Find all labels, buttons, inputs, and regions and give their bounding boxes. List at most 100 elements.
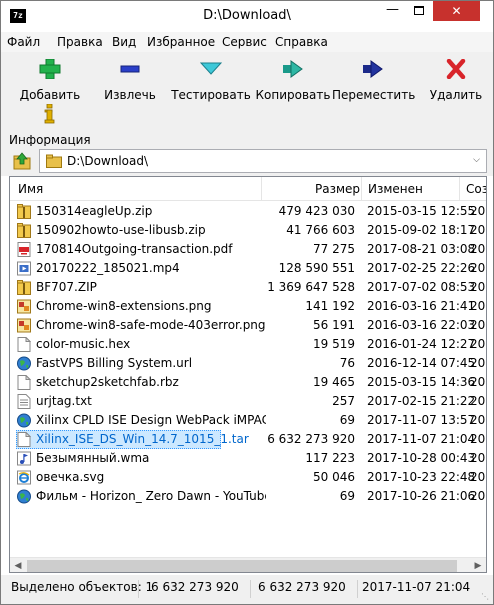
file-created: 201 [470,451,486,465]
file-icon [17,336,32,352]
table-row[interactable]: овечка.svg 50 046 2017-10-23 22:48201 [10,468,486,487]
file-modified: 2017-02-25 22:26 [367,261,476,275]
file-size: 479 423 030 [278,204,355,218]
column-divider[interactable] [261,177,262,201]
resize-grip-icon[interactable]: ⋱ [481,592,491,602]
delete-button[interactable]: Удалить [424,59,488,103]
table-row[interactable]: Xilinx CPLD ISE Design WebPack iMPACT...… [10,411,486,430]
table-row[interactable]: sketchup2sketchfab.rbz 19 465 2015-03-15 1… [10,373,486,392]
info-button[interactable]: Информация [9,104,91,147]
audio-icon [17,451,31,466]
maximize-icon [414,6,424,15]
file-modified: 2016-12-14 07:45 [367,356,476,370]
scroll-right-icon[interactable]: ▶ [470,558,486,572]
column-created[interactable]: Соз [466,182,486,196]
file-icon [17,431,32,447]
file-created: 201 [470,204,486,218]
maximize-button[interactable] [406,1,432,21]
scroll-left-icon[interactable]: ◀ [10,558,26,572]
column-divider[interactable] [361,177,362,201]
copy-button[interactable]: Копировать [254,59,332,103]
folder-up-icon[interactable] [12,152,32,170]
ie-icon [17,470,31,485]
file-list[interactable]: Имя Размер Изменен Соз 150314eagleUp.zip… [9,176,487,573]
status-size: 6 632 273 920 [151,580,251,598]
menu-tools[interactable]: Сервис [222,35,267,49]
add-button[interactable]: Добавить [15,59,85,103]
minimize-button[interactable]: — [379,1,406,21]
move-label: Переместить [332,88,416,102]
file-name: Chrome-win8-extensions.png [36,299,212,313]
table-row[interactable]: Chrome-win8-safe-mode-403error.png 56 191… [10,316,486,335]
table-row[interactable]: 20170222_185021.mp4 128 590 551 2017-02-25… [10,259,486,278]
status-packed-size: 6 632 273 920 [258,580,358,598]
table-row[interactable]: color-music.hex 19 519 2016-01-24 12:27201 [10,335,486,354]
file-created: 201 [470,413,486,427]
file-size: 117 223 [305,451,355,465]
close-button[interactable]: ✕ [433,1,480,21]
archive-icon [17,204,31,219]
menu-help[interactable]: Справка [275,35,328,49]
column-size[interactable]: Размер [315,182,360,196]
file-size: 69 [339,489,355,503]
menu-bar: Файл Правка Вид Избранное Сервис Справка [1,32,493,52]
column-modified[interactable]: Изменен [368,182,423,196]
file-name: Фильм - Horizon_ Zero Dawn - YouTube... [36,489,266,503]
file-size: 69 [339,413,355,427]
file-size: 77 275 [313,242,355,256]
file-size: 76 [339,356,355,370]
status-selected: Выделено объектов: 1 [11,580,153,598]
menu-edit[interactable]: Правка [57,35,103,49]
horizontal-scrollbar[interactable]: ◀ ▶ [10,557,486,572]
move-arrow-icon [363,60,383,78]
file-modified: 2015-03-15 14:36 [367,375,476,389]
address-row: D:\Download\ ⌵ [1,146,493,176]
file-modified: 2017-11-07 21:04 [367,432,476,446]
table-row[interactable]: Chrome-win8-extensions.png 141 192 2016-03… [10,297,486,316]
file-name: BF707.ZIP [36,280,97,294]
file-name: 150902howto-use-libusb.zip [36,223,206,237]
checkmark-icon [200,62,222,75]
table-row[interactable]: BF707.ZIP 1 369 647 528 2017-07-02 08:53 20… [10,278,486,297]
table-row[interactable]: FastVPS Billing System.url 76 2016-12-14 0… [10,354,486,373]
copy-arrow-icon [283,60,303,78]
table-row[interactable]: 150902howto-use-libusb.zip 41 766 603 2015… [10,221,486,240]
toolbar: Добавить Извлечь Тестировать Копировать [1,52,493,147]
minus-icon [120,65,140,73]
move-button[interactable]: Переместить [332,59,416,103]
list-header: Имя Размер Изменен Соз [10,177,486,201]
file-created: 201 [470,261,486,275]
table-row[interactable]: urjtag.txt 257 2017-02-15 21:22201 [10,392,486,411]
file-created: 201 [470,299,486,313]
table-row[interactable]: 150314eagleUp.zip 479 423 030 2015-03-15 1… [10,202,486,221]
info-label: Информация [9,133,91,147]
menu-view[interactable]: Вид [112,35,136,49]
file-size: 19 519 [313,337,355,351]
table-row[interactable]: 170814Outgoing-transaction.pdf 77 275 2017… [10,240,486,259]
address-bar[interactable]: D:\Download\ ⌵ [39,149,487,173]
menu-file[interactable]: Файл [7,35,40,49]
column-name[interactable]: Имя [18,182,43,196]
globe-icon [17,413,31,428]
table-row[interactable]: Xilinx_ISE_DS_Win_14.7_1015_1.tar 6 632 2… [10,430,486,449]
test-button[interactable]: Тестировать [169,59,253,103]
chevron-down-icon[interactable]: ⌵ [473,155,480,165]
file-modified: 2017-10-26 21:06 [367,489,476,503]
file-size: 19 465 [313,375,355,389]
file-name: color-music.hex [36,337,131,351]
file-name: urjtag.txt [36,394,92,408]
file-name: Xilinx_ISE_DS_Win_14.7_1015_1.tar [36,432,249,446]
menu-favorites[interactable]: Избранное [147,35,215,49]
table-row[interactable]: Безымянный.wma 117 223 2017-10-28 00:43201 [10,449,486,468]
file-created: 201 [470,242,486,256]
test-label: Тестировать [171,88,251,102]
file-modified: 2016-03-16 21:41 [367,299,476,313]
file-modified: 2015-09-02 18:17 [367,223,476,237]
info-icon [44,104,55,124]
file-modified: 2017-08-21 03:08 [367,242,476,256]
scroll-thumb[interactable] [27,560,457,572]
table-row[interactable]: Фильм - Horizon_ Zero Dawn - YouTube... 6… [10,487,486,506]
file-name: овечка.svg [36,470,105,484]
column-divider[interactable] [459,177,460,201]
extract-button[interactable]: Извлечь [95,59,165,103]
